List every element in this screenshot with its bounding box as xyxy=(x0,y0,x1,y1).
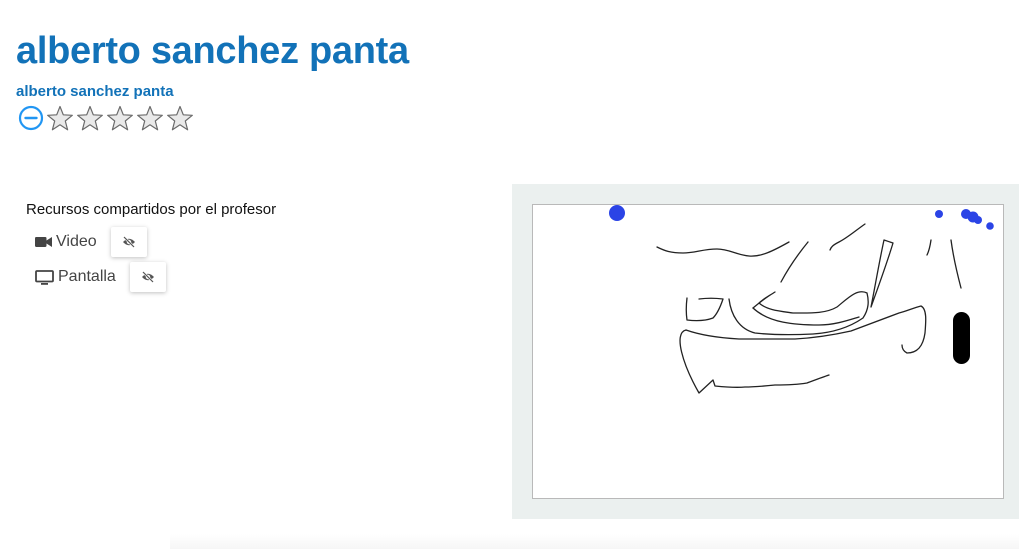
eye-off-icon xyxy=(141,271,154,283)
star-3[interactable] xyxy=(105,104,135,132)
star-outline-icon xyxy=(167,105,193,130)
resource-screen: Pantalla xyxy=(35,262,166,292)
resource-video: Video xyxy=(35,227,147,257)
page-title: alberto sanchez panta xyxy=(16,30,409,72)
star-outline-icon xyxy=(47,105,73,130)
eye-off-icon xyxy=(122,236,135,248)
star-4[interactable] xyxy=(135,104,165,132)
resource-label-screen: Pantalla xyxy=(58,268,116,285)
toggle-video-visibility-button[interactable] xyxy=(110,227,147,257)
star-2[interactable] xyxy=(75,104,105,132)
whiteboard-panel xyxy=(512,184,1019,519)
whiteboard-canvas[interactable] xyxy=(532,204,1004,499)
star-outline-icon xyxy=(77,105,103,130)
resource-label-video: Video xyxy=(56,233,97,250)
minus-circle-icon xyxy=(18,105,44,131)
monitor-icon xyxy=(35,269,54,285)
user-name: alberto sanchez panta xyxy=(16,83,174,100)
footer-shadow xyxy=(170,534,1019,549)
resources-heading: Recursos compartidos por el profesor xyxy=(26,201,277,218)
clear-rating-button[interactable] xyxy=(17,104,45,132)
star-outline-icon xyxy=(107,105,133,130)
star-1[interactable] xyxy=(45,104,75,132)
toggle-screen-visibility-button[interactable] xyxy=(129,262,166,292)
star-5[interactable] xyxy=(165,104,195,132)
star-outline-icon xyxy=(137,105,163,130)
video-camera-icon xyxy=(35,236,52,248)
whiteboard-drawing xyxy=(609,205,994,394)
star-rating xyxy=(17,104,195,132)
